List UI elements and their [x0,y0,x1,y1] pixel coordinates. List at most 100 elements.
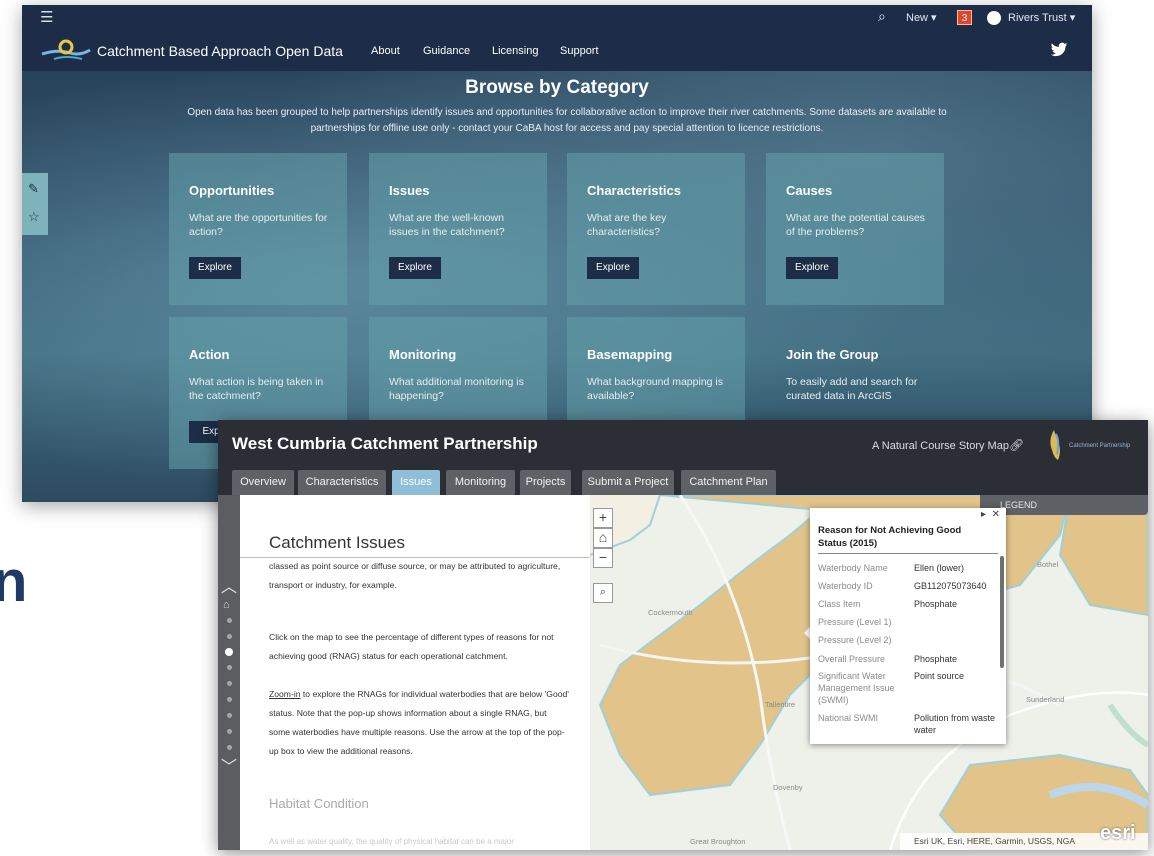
tile-title: Basemapping [587,347,673,362]
paragraph-text: to explore the RNAGs for individual wate… [269,689,569,756]
section-dot[interactable] [227,665,232,670]
section-dot[interactable] [227,681,232,686]
map-place-label: Dovenby [773,783,803,792]
popup-field-value: GB112075073640 [914,581,987,591]
zoom-out-button[interactable]: − [593,548,613,568]
tile-title: Issues [389,183,430,198]
explore-button[interactable]: Explore [389,257,441,279]
map-place-label: Sunderland [1026,695,1065,704]
tab-characteristics[interactable]: Characteristics [298,470,386,495]
tab-catchment-plan[interactable]: Catchment Plan [681,470,776,495]
nav-link-licensing[interactable]: Licensing [492,45,538,57]
explore-button[interactable]: Explore [189,257,241,279]
popup-field-value: Point source [914,671,965,681]
explore-button[interactable]: Explore [786,257,838,279]
popup-field-label: National SWMI [818,713,879,723]
map-place-label: Tallentire [765,700,796,709]
popup-field-label: Overall Pressure [818,654,886,664]
map-place-label: Bothel [1037,560,1059,569]
tile-description: What are the well-known issues in the ca… [389,212,505,238]
section-dot[interactable] [227,634,232,639]
tile-causes[interactable]: Causes What are the potential causes of … [766,153,944,305]
close-icon[interactable]: ✕ [992,509,1000,520]
search-icon[interactable]: ⌕ [878,8,886,25]
paragraph-faded: As well as water quality, the quality of… [269,837,514,846]
chevron-up-icon[interactable]: ︿ [221,573,237,597]
search-icon[interactable]: ⌕ [593,583,613,603]
nav-link-guidance[interactable]: Guidance [423,45,470,57]
story-map-title: West Cumbria Catchment Partnership [232,434,538,453]
explore-button[interactable]: Explore [587,257,639,279]
tile-issues[interactable]: Issues What are the well-known issues in… [369,153,547,305]
paragraph: Zoom-in to explore the RNAGs for individ… [269,685,569,761]
tile-description: What additional monitoring is happening? [389,376,524,402]
tab-overview[interactable]: Overview [232,470,294,495]
popup-field-label: Significant Water Management Issue (SWMI… [818,671,895,705]
caba-top-bar: ☰ ⌕ New ▾ 3 Rivers Trust ▾ [22,5,1092,31]
esri-logo[interactable]: esri [1100,822,1136,845]
tile-description: What are the potential causes of the pro… [786,212,925,238]
tile-title: Action [189,347,230,362]
section-dot[interactable] [227,729,232,734]
tab-projects[interactable]: Projects [520,470,571,495]
popup-divider [818,553,998,554]
popup-field-value: Phosphate [914,599,958,609]
popup-field-value: Pollution from waste water [914,713,996,735]
popup-controls: ▸ ✕ [981,509,1000,520]
star-icon[interactable]: ☆ [28,209,40,225]
user-menu[interactable]: Rivers Trust ▾ [1008,11,1075,24]
logo-caption: Catchment Partnership [1069,443,1131,449]
section-dot[interactable] [227,618,232,623]
caba-logo-icon[interactable] [40,37,92,65]
zoom-in-link[interactable]: Zoom-in [269,689,301,699]
feature-popup[interactable]: ▸ ✕ Reason for Not Achieving Good Status… [810,508,1006,744]
section-heading: Habitat Condition [269,796,369,811]
map-place-label: Cockermouth [648,608,693,617]
nav-link-support[interactable]: Support [560,45,599,57]
tile-description: What background mapping is available? [587,376,723,402]
hamburger-menu-icon[interactable]: ☰ [40,8,53,26]
catchment-partnership-logo-icon[interactable] [1044,428,1066,462]
west-cumbria-story-map-window: West Cumbria Catchment Partnership A Nat… [218,420,1148,850]
tile-title: Causes [786,183,833,198]
popup-scrollbar[interactable] [1000,556,1004,668]
nav-link-about[interactable]: About [371,45,400,57]
popup-field-label: Pressure (Level 1) [818,617,892,627]
tile-title: Monitoring [389,347,457,362]
paragraph: classed as point source or diffuse sourc… [269,561,561,590]
tab-issues[interactable]: Issues [392,470,440,495]
story-text-panel: Catchment Issues classed as point source… [240,495,590,850]
home-icon[interactable]: ⌂ [223,599,230,611]
caba-site-title[interactable]: Catchment Based Approach Open Data [97,43,343,59]
share-link-icon[interactable]: 🔗︎ [1009,438,1024,452]
tab-monitoring[interactable]: Monitoring [446,470,515,495]
new-menu[interactable]: New ▾ [906,11,937,24]
section-dot[interactable] [227,713,232,718]
caba-side-toolbar: ✎ ☆ [22,173,48,235]
popup-title: Reason for Not Achieving Good Status (20… [818,525,962,549]
user-avatar[interactable] [987,11,1001,25]
tile-title: Characteristics [587,183,681,198]
zoom-in-button[interactable]: + [593,508,613,528]
twitter-icon[interactable] [1050,41,1068,59]
caba-nav-bar: Catchment Based Approach Open Data About… [22,31,1092,71]
section-dot[interactable] [227,697,232,702]
partial-slide-text: n [0,549,28,614]
tile-opportunities[interactable]: Opportunities What are the opportunities… [169,153,347,305]
screenshot-collage: ☰ ⌕ New ▾ 3 Rivers Trust ▾ Catchment Bas… [0,0,1154,856]
story-map-subtitle[interactable]: A Natural Course Story Map [872,440,1009,452]
popup-field-label: Waterbody Name [818,563,888,573]
tile-characteristics[interactable]: Characteristics What are the key charact… [567,153,745,305]
paragraph: Click on the map to see the percentage o… [269,632,554,661]
chevron-down-icon[interactable]: ﹀ [221,753,237,777]
home-extent-button[interactable]: ⌂ [593,528,613,548]
section-dot[interactable] [227,745,232,750]
tab-submit-a-project[interactable]: Submit a Project [582,470,674,495]
pencil-icon[interactable]: ✎ [28,181,39,197]
popup-field-label: Class Item [818,599,861,609]
map-view[interactable]: + ⌂ − ⌕ Cockermouth Dovenby Great Brough… [590,495,1148,850]
notification-badge[interactable]: 3 [957,10,972,25]
tile-description: What action is being taken in the catchm… [189,376,324,402]
section-dot-active[interactable] [225,648,233,656]
next-feature-icon[interactable]: ▸ [981,509,986,520]
